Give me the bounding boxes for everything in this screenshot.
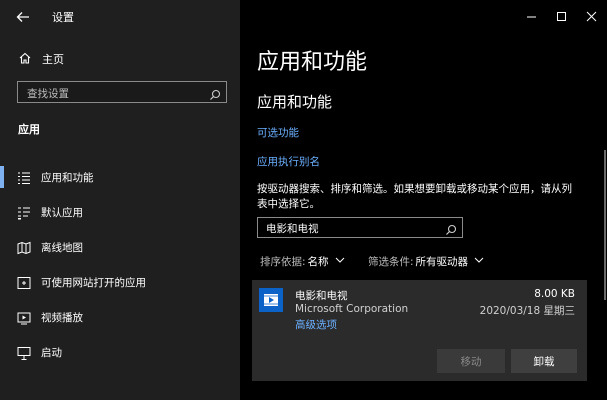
title-bar: 设置 [0, 0, 240, 34]
move-button[interactable]: 移动 [437, 349, 505, 373]
page-title: 应用和功能 [257, 50, 368, 75]
chevron-down-icon [474, 255, 484, 268]
sidebar-item-label: 可使用网站打开的应用 [41, 277, 146, 289]
advanced-options-link[interactable]: 高级选项 [295, 317, 337, 332]
home-icon [18, 50, 32, 69]
sidebar-section-title: 应用 [18, 123, 40, 136]
sidebar-item-label: 应用和功能 [41, 172, 94, 184]
apps-for-websites-icon [17, 275, 31, 289]
app-execution-aliases-link[interactable]: 应用执行别名 [257, 154, 320, 169]
settings-window: 设置 主页 查找设置 应用 应用和功能 默认应用 离线地图 可使用网站打开的应用… [0, 0, 607, 400]
maximize-icon[interactable] [547, 0, 577, 34]
app-filter-input[interactable]: 电影和电视 [257, 217, 463, 238]
app-publisher: Microsoft Corporation [295, 303, 409, 315]
sidebar-item-apps-features[interactable]: 应用和功能 [0, 160, 240, 195]
filter-dropdown[interactable]: 筛选条件: 所有驱动器 [368, 254, 484, 269]
startup-icon [17, 345, 31, 360]
uninstall-button[interactable]: 卸载 [511, 349, 577, 373]
search-placeholder: 查找设置 [27, 88, 69, 100]
sidebar-item-startup[interactable]: 启动 [0, 335, 240, 370]
close-icon[interactable] [577, 0, 607, 34]
sort-value: 名称 [307, 256, 329, 268]
sidebar-item-video-playback[interactable]: 视频播放 [0, 300, 240, 335]
sidebar-nav: 应用和功能 默认应用 离线地图 可使用网站打开的应用 视频播放 启动 [0, 160, 240, 370]
description-text: 按驱动器搜索、排序和筛选。如果想要卸载或移动某个应用，请从列表中选择它。 [257, 183, 572, 210]
app-size: 8.00 KB [534, 288, 575, 300]
offline-maps-icon [17, 240, 31, 255]
app-install-date: 2020/03/18 星期三 [479, 305, 575, 317]
app-name: 电影和电视 [295, 290, 348, 302]
sidebar-item-label: 离线地图 [41, 242, 83, 254]
back-arrow-icon[interactable] [14, 8, 32, 26]
settings-search-input[interactable]: 查找设置 [17, 81, 227, 103]
window-controls [517, 0, 607, 34]
main-content: 应用和功能 应用和功能 可选功能 应用执行别名 按驱动器搜索、排序和筛选。如果想… [240, 0, 607, 400]
chevron-down-icon [335, 255, 345, 268]
apps-features-icon [17, 170, 31, 185]
sidebar: 设置 主页 查找设置 应用 应用和功能 默认应用 离线地图 可使用网站打开的应用… [0, 0, 240, 400]
app-list-item[interactable]: 电影和电视 Microsoft Corporation 高级选项 8.00 KB… [252, 280, 587, 381]
window-title: 设置 [52, 11, 74, 24]
sidebar-item-label: 默认应用 [41, 207, 83, 219]
home-nav-item[interactable]: 主页 [18, 50, 64, 68]
sidebar-item-offline-maps[interactable]: 离线地图 [0, 230, 240, 265]
movies-tv-app-icon [259, 288, 283, 312]
filter-value: 电影和电视 [266, 223, 319, 235]
optional-features-link[interactable]: 可选功能 [257, 125, 299, 140]
section-title: 应用和功能 [257, 93, 333, 111]
filter-cond-value: 所有驱动器 [415, 256, 469, 268]
sidebar-item-apps-for-websites[interactable]: 可使用网站打开的应用 [0, 265, 240, 300]
home-label: 主页 [42, 53, 64, 66]
video-playback-icon [17, 310, 31, 325]
sort-dropdown[interactable]: 排序依据: 名称 [260, 254, 345, 269]
scrollbar[interactable] [604, 150, 606, 300]
search-icon[interactable] [445, 221, 457, 235]
sidebar-item-label: 视频播放 [41, 312, 83, 324]
default-apps-icon [17, 205, 31, 220]
sidebar-item-default-apps[interactable]: 默认应用 [0, 195, 240, 230]
filter-label: 筛选条件: [368, 256, 414, 268]
sidebar-item-label: 启动 [41, 347, 62, 359]
minimize-icon[interactable] [517, 0, 547, 34]
sort-label: 排序依据: [260, 256, 306, 268]
search-icon[interactable] [209, 86, 221, 100]
